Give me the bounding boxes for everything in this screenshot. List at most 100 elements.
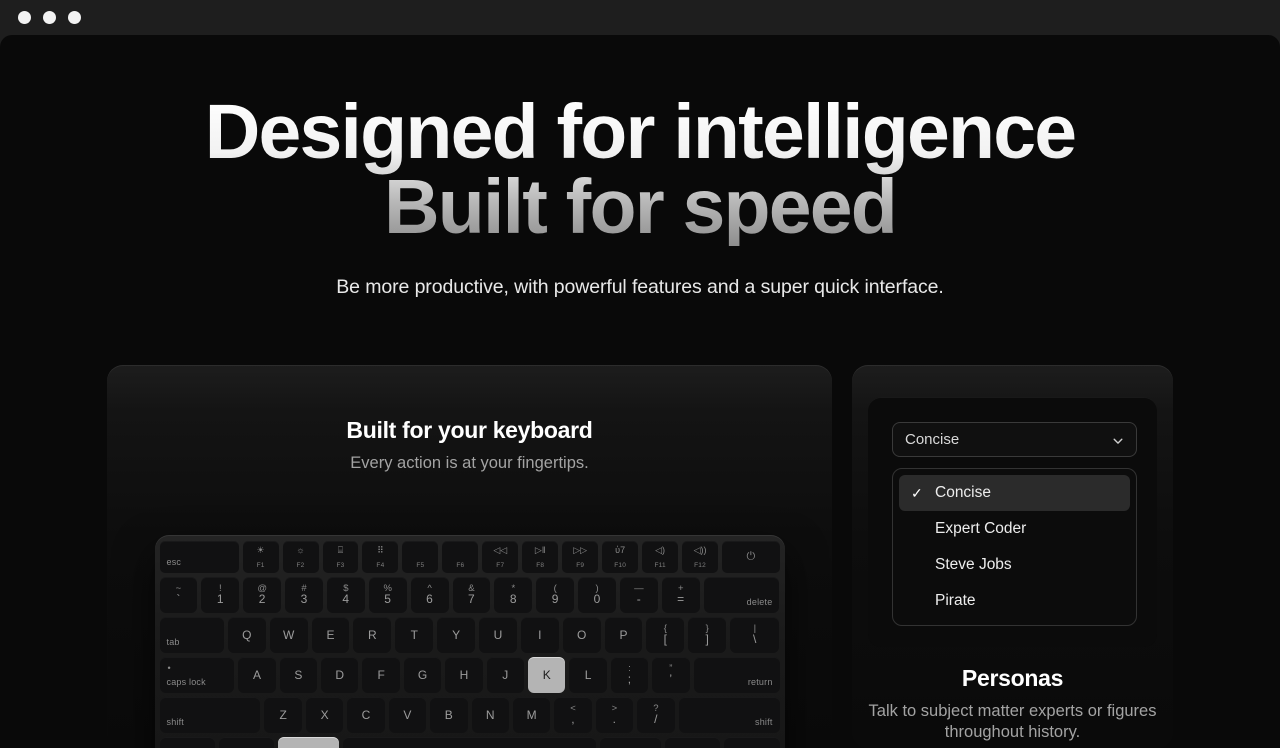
- key-1[interactable]: ! 1: [201, 577, 240, 613]
- keyboard-illustration: esc ☀ F1 ☼ F2 ⌸ F3 ⠿ F4 F5 F6 ◁◁ F7 ▷‖ F8 ▷▷ F9 ὐ7 F10 ◁) F1…: [154, 535, 785, 748]
- key-center-label: Z: [279, 708, 287, 722]
- key-[interactable]: ? /: [637, 697, 675, 733]
- key-f[interactable]: F: [362, 657, 400, 693]
- key-function-icon: ⠿: [377, 545, 384, 555]
- key-j[interactable]: J: [486, 657, 524, 693]
- key-x[interactable]: X: [305, 697, 344, 733]
- key-f12[interactable]: ◁)) F12: [682, 541, 719, 573]
- key-center-label: Q: [242, 628, 252, 642]
- key-caps-lock[interactable]: caps lock •: [159, 657, 235, 693]
- key-[interactable]: ⌘: [600, 737, 662, 748]
- key-4[interactable]: $4: [326, 577, 365, 613]
- key-u[interactable]: U: [479, 617, 517, 653]
- key-8[interactable]: * 8: [494, 577, 533, 613]
- key-g[interactable]: G: [403, 657, 442, 693]
- key-main-label: 8: [509, 592, 517, 606]
- key-p[interactable]: P: [604, 617, 643, 653]
- key-q[interactable]: Q: [227, 617, 266, 653]
- key-l[interactable]: L: [569, 657, 607, 693]
- key-f2[interactable]: ☼ F2: [282, 541, 319, 573]
- persona-option-pirate[interactable]: ✓Pirate: [899, 583, 1130, 619]
- key-left-label: shift: [166, 717, 185, 727]
- persona-option-steve-jobs[interactable]: ✓Steve Jobs: [899, 547, 1130, 583]
- key-y[interactable]: Y: [437, 617, 476, 653]
- key-center-label: I: [538, 628, 542, 642]
- persona-option-concise[interactable]: ✓ Concise: [899, 475, 1130, 511]
- key-7[interactable]: & 7: [452, 577, 491, 613]
- key-[interactable]: ˄: [724, 737, 780, 748]
- key-0[interactable]: ) 0: [578, 577, 616, 613]
- key-center-label: F: [377, 668, 385, 682]
- close-button[interactable]: [18, 11, 31, 24]
- key-delete[interactable]: delete: [703, 577, 780, 613]
- key-v[interactable]: V: [388, 697, 427, 733]
- key-shift[interactable]: shift: [159, 697, 261, 733]
- key-w[interactable]: W: [269, 617, 308, 653]
- key-blank[interactable]: ⏻: [722, 541, 780, 573]
- persona-select-trigger[interactable]: Concise: [892, 422, 1137, 457]
- key-9[interactable]: (9: [536, 577, 575, 613]
- key-blank[interactable]: [342, 737, 597, 748]
- key-[interactable]: ~ `: [159, 577, 198, 613]
- key-tab[interactable]: tab: [159, 617, 224, 653]
- key-[interactable]: ⌘: [277, 737, 339, 748]
- key-f4[interactable]: ⠿ F4: [362, 541, 399, 573]
- key-2[interactable]: @2: [243, 577, 282, 613]
- key-[interactable]: ˄: [159, 737, 215, 748]
- key-[interactable]: {[: [646, 617, 685, 653]
- key-f8[interactable]: ▷‖ F8: [522, 541, 559, 573]
- key-a[interactable]: A: [238, 657, 276, 693]
- key-k[interactable]: K: [528, 657, 566, 693]
- persona-select-menu[interactable]: ✓ Concise ✓Expert Coder✓Steve Jobs✓Pirate: [892, 468, 1137, 626]
- key-c[interactable]: C: [347, 697, 385, 733]
- key-[interactable]: <,: [554, 697, 592, 733]
- key-shift[interactable]: shift: [678, 697, 780, 733]
- key-n[interactable]: N: [471, 697, 509, 733]
- key-center-label: W: [283, 628, 295, 642]
- key-o[interactable]: O: [562, 617, 601, 653]
- key-f11[interactable]: ◁) F11: [642, 541, 679, 573]
- key-5[interactable]: % 5: [368, 577, 407, 613]
- key-[interactable]: ⌥: [665, 737, 721, 748]
- key-[interactable]: ⌥: [218, 737, 274, 748]
- key-f10[interactable]: ὐ7 F10: [602, 541, 639, 573]
- key-m[interactable]: M: [512, 697, 551, 733]
- key-b[interactable]: B: [430, 697, 468, 733]
- maximize-button[interactable]: [68, 11, 81, 24]
- key-f9[interactable]: ▷▷ F9: [562, 541, 599, 573]
- key-[interactable]: — -: [619, 577, 658, 613]
- key-f6[interactable]: F6: [442, 541, 479, 573]
- key-s[interactable]: S: [279, 657, 318, 693]
- persona-option-expert-coder[interactable]: ✓Expert Coder: [899, 511, 1130, 547]
- key-[interactable]: }]: [688, 617, 727, 653]
- key-[interactable]: >.: [595, 697, 634, 733]
- key-return[interactable]: return: [693, 657, 780, 693]
- key-t[interactable]: T: [395, 617, 434, 653]
- key-d[interactable]: D: [321, 657, 359, 693]
- key-f7[interactable]: ◁◁ F7: [482, 541, 519, 573]
- keyboard-function-row: esc ☀ F1 ☼ F2 ⌸ F3 ⠿ F4 F5 F6 ◁◁ F7 ▷‖ F8 ▷▷ F9 ὐ7 F10 ◁) F1…: [159, 541, 780, 573]
- key-center-label: H: [459, 668, 469, 682]
- key-function-icon: ◁)): [693, 545, 707, 555]
- key-r[interactable]: R: [353, 617, 392, 653]
- key-f3[interactable]: ⌸ F3: [322, 541, 359, 573]
- keyboard-modifier-row: ˄⌥⌘⌘⌥˄: [159, 737, 780, 748]
- key-[interactable]: + =: [661, 577, 700, 613]
- minimize-button[interactable]: [43, 11, 56, 24]
- key-function-label: F2: [296, 562, 305, 569]
- key-f1[interactable]: ☀ F1: [242, 541, 279, 573]
- key-i[interactable]: I: [520, 617, 559, 653]
- key-function-icon: ▷‖: [534, 545, 546, 555]
- key-3[interactable]: #3: [285, 577, 323, 613]
- key-f5[interactable]: F5: [402, 541, 439, 573]
- key-z[interactable]: Z: [264, 697, 302, 733]
- key-6[interactable]: ^ 6: [410, 577, 449, 613]
- key-[interactable]: ”’: [652, 657, 690, 693]
- key-center-label: J: [502, 668, 509, 682]
- key-[interactable]: | \: [730, 617, 780, 653]
- key-function-icon: ⌸: [337, 545, 344, 555]
- key-e[interactable]: E: [311, 617, 350, 653]
- key-[interactable]: :;: [610, 657, 649, 693]
- key-h[interactable]: H: [445, 657, 483, 693]
- key-esc[interactable]: esc: [159, 541, 239, 573]
